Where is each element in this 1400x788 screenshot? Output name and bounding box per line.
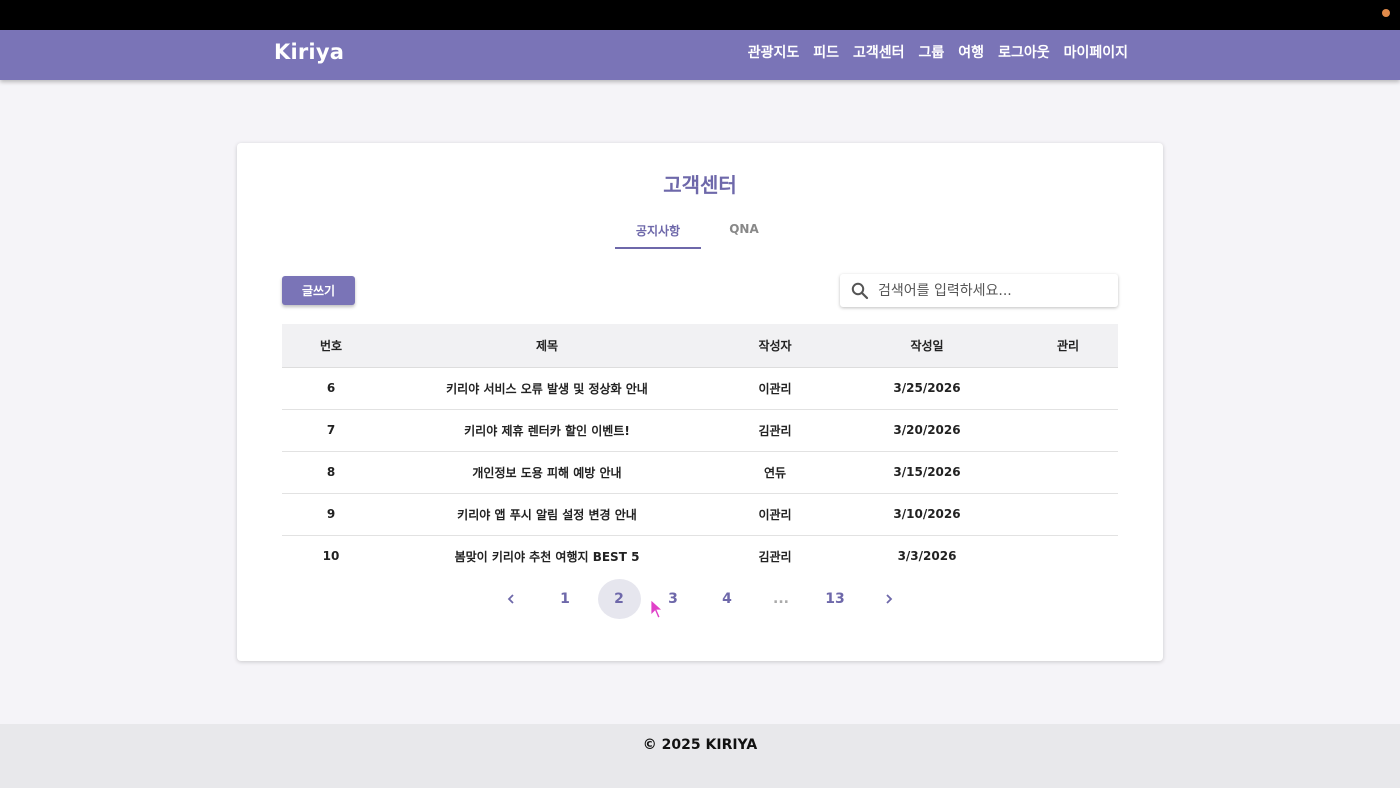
col-header-title: 제목	[380, 324, 714, 368]
cell-number: 7	[326, 423, 336, 437]
tab-bar: 공지사항 QNA	[615, 219, 787, 249]
cell-number: 10	[322, 549, 340, 564]
table-row[interactable]: 9 키리야 앱 푸시 알림 설정 변경 안내 이관리 3/10/2026	[282, 493, 1118, 535]
cell-number: 6	[326, 381, 336, 395]
main-nav: 관광지도 피드 고객센터 그룹 여행 로그아웃 마이페이지	[748, 42, 1128, 62]
search-icon	[848, 274, 878, 307]
cell-date: 3/25/2026	[893, 381, 961, 395]
nav-item-logout[interactable]: 로그아웃	[998, 42, 1050, 62]
nav-item-trip[interactable]: 여행	[958, 42, 984, 62]
cell-date: 3/10/2026	[893, 507, 961, 521]
cell-author: 연듀	[763, 465, 787, 480]
app-bar: Kiriya 관광지도 피드 고객센터 그룹 여행 로그아웃 마이페이지	[0, 30, 1400, 80]
cell-manage	[1018, 409, 1118, 451]
cell-author: 김관리	[758, 423, 792, 438]
table-row[interactable]: 6 키리야 서비스 오류 발생 및 정상화 안내 이관리 3/25/2026	[282, 367, 1118, 409]
cell-date: 3/20/2026	[893, 423, 961, 437]
cell-title[interactable]: 키리야 서비스 오류 발생 및 정상화 안내	[380, 367, 714, 409]
cell-number: 8	[326, 465, 336, 479]
prev-page-button[interactable]	[490, 579, 533, 619]
cell-title[interactable]: 봄맞이 키리야 추천 여행지 BEST 5	[380, 535, 714, 577]
status-dot-icon	[1382, 9, 1390, 17]
copyright-text: © 2025 KIRIYA	[642, 737, 758, 753]
next-page-button[interactable]	[868, 579, 911, 619]
page-title: 고객센터	[663, 173, 737, 197]
tab-qna[interactable]: QNA	[701, 219, 787, 249]
nav-item-feed[interactable]: 피드	[813, 42, 839, 62]
search-input[interactable]	[878, 282, 1108, 299]
nav-item-mypage[interactable]: 마이페이지	[1064, 42, 1128, 62]
write-button[interactable]: 글쓰기	[282, 276, 355, 305]
cell-date: 3/15/2026	[893, 465, 961, 479]
table-row[interactable]: 7 키리야 제휴 렌터카 할인 이벤트! 김관리 3/20/2026	[282, 409, 1118, 451]
chevron-right-icon	[884, 593, 894, 605]
cell-manage	[1018, 493, 1118, 535]
table-row[interactable]: 8 개인정보 도용 피해 예방 안내 연듀 3/15/2026	[282, 451, 1118, 493]
table-header-row: 번호 제목 작성자 작성일 관리	[282, 324, 1118, 368]
page-ellipsis: ...	[773, 591, 789, 607]
table-row[interactable]: 10 봄맞이 키리야 추천 여행지 BEST 5 김관리 3/3/2026	[282, 535, 1118, 577]
cell-author: 김관리	[758, 549, 792, 564]
page-button-1[interactable]: 1	[544, 579, 587, 619]
cell-title[interactable]: 키리야 앱 푸시 알림 설정 변경 안내	[380, 493, 714, 535]
cell-number: 9	[326, 507, 336, 521]
page-button-2[interactable]: 2	[597, 579, 641, 619]
cell-manage	[1018, 535, 1118, 577]
cell-title[interactable]: 키리야 제휴 렌터카 할인 이벤트!	[380, 409, 714, 451]
cell-manage	[1018, 451, 1118, 493]
footer: © 2025 KIRIYA	[0, 724, 1400, 788]
col-header-manage: 관리	[1018, 324, 1118, 368]
search-box	[840, 274, 1118, 307]
browser-top-strip	[0, 0, 1400, 30]
mouse-pointer-icon	[650, 599, 664, 623]
nav-item-map[interactable]: 관광지도	[748, 42, 800, 62]
cell-title[interactable]: 개인정보 도용 피해 예방 안내	[380, 451, 714, 493]
notice-table: 번호 제목 작성자 작성일 관리 6 키리야 서비스 오류 발생 및 정상화 안…	[282, 324, 1118, 577]
col-header-author: 작성자	[714, 324, 836, 368]
tab-notice[interactable]: 공지사항	[615, 219, 701, 249]
pagination: 1 2 3 4 ... 13	[237, 579, 1163, 619]
col-header-number: 번호	[282, 324, 380, 368]
cell-author: 이관리	[758, 381, 792, 396]
col-header-date: 작성일	[836, 324, 1018, 368]
chevron-left-icon	[506, 593, 516, 605]
cell-manage	[1018, 367, 1118, 409]
page-button-4[interactable]: 4	[706, 579, 749, 619]
support-card: 고객센터 공지사항 QNA 글쓰기 번호 제목 작성자 작성일 관리 6 키리야…	[237, 143, 1163, 661]
page-button-13[interactable]: 13	[814, 579, 857, 619]
brand-logo[interactable]: Kiriya	[274, 40, 344, 64]
cell-author: 이관리	[758, 507, 792, 522]
nav-item-support[interactable]: 고객센터	[853, 42, 905, 62]
cell-date: 3/3/2026	[897, 549, 957, 564]
nav-item-group[interactable]: 그룹	[919, 42, 945, 62]
